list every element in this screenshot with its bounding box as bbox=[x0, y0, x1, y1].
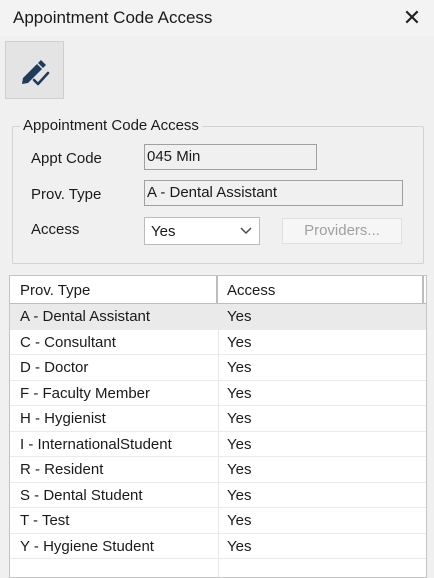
table-row[interactable]: A - Dental Assistant Yes bbox=[10, 304, 426, 330]
cell-access: Yes bbox=[227, 384, 252, 402]
appt-code-label: Appt Code bbox=[31, 150, 102, 167]
cell-access: Yes bbox=[227, 410, 252, 427]
chevron-down-icon bbox=[240, 227, 252, 234]
cell-prov-type: D - Doctor bbox=[20, 359, 89, 376]
title-bar: Appointment Code Access ✕ bbox=[0, 0, 434, 36]
cell-prov-type: Y - Hygiene Student bbox=[20, 537, 154, 555]
cell-prov-type: R - Resident bbox=[20, 461, 104, 478]
cell-access: Yes bbox=[227, 486, 252, 504]
prov-type-field[interactable]: A - Dental Assistant bbox=[144, 180, 403, 206]
table-row[interactable]: S - Dental Student Yes bbox=[10, 483, 426, 508]
close-icon: ✕ bbox=[402, 5, 422, 30]
grid-header: Prov. Type Access bbox=[10, 276, 426, 304]
group-title: Appointment Code Access bbox=[20, 117, 202, 134]
prov-type-label: Prov. Type bbox=[31, 186, 102, 203]
table-row[interactable]: R - Resident Yes bbox=[10, 457, 426, 483]
table-row[interactable]: I - InternationalStudent Yes bbox=[10, 432, 426, 457]
table-row[interactable]: Y - Hygiene Student Yes bbox=[10, 534, 426, 559]
cell-access: Yes bbox=[227, 461, 252, 478]
cell-prov-type: I - InternationalStudent bbox=[20, 435, 172, 453]
table-row[interactable]: F - Faculty Member Yes bbox=[10, 381, 426, 406]
cell-access: Yes bbox=[227, 537, 252, 555]
pen-check-icon bbox=[21, 60, 49, 86]
provider-type-grid: Prov. Type Access A - Dental Assistant Y… bbox=[9, 275, 427, 578]
cell-access: Yes bbox=[227, 308, 252, 325]
access-select-value: Yes bbox=[151, 223, 176, 240]
table-row[interactable]: H - Hygienist Yes bbox=[10, 406, 426, 432]
cell-access: Yes bbox=[227, 435, 252, 453]
cell-access: Yes bbox=[227, 512, 252, 529]
close-button[interactable]: ✕ bbox=[398, 4, 426, 32]
access-label: Access bbox=[31, 221, 80, 238]
table-row-empty bbox=[10, 559, 426, 577]
cell-prov-type: H - Hygienist bbox=[20, 410, 106, 427]
cell-prov-type: T - Test bbox=[20, 512, 70, 529]
cell-access: Yes bbox=[227, 359, 252, 376]
table-row[interactable]: T - Test Yes bbox=[10, 508, 426, 534]
cell-prov-type: F - Faculty Member bbox=[20, 384, 151, 402]
cell-prov-type: S - Dental Student bbox=[20, 486, 143, 504]
table-row[interactable]: D - Doctor Yes bbox=[10, 355, 426, 381]
grid-rows: A - Dental Assistant Yes C - Consultant … bbox=[10, 304, 426, 577]
providers-button[interactable]: Providers... bbox=[282, 218, 402, 244]
column-header-access[interactable]: Access bbox=[218, 276, 424, 303]
table-row[interactable]: C - Consultant Yes bbox=[10, 330, 426, 355]
access-select[interactable]: Yes bbox=[144, 217, 260, 245]
appt-code-field[interactable]: 045 Min bbox=[144, 144, 317, 170]
cell-prov-type: A - Dental Assistant bbox=[20, 308, 151, 325]
cell-prov-type: C - Consultant bbox=[20, 333, 116, 351]
column-header-prov-type[interactable]: Prov. Type bbox=[10, 276, 218, 303]
cell-access: Yes bbox=[227, 333, 252, 351]
edit-button[interactable] bbox=[5, 41, 64, 99]
window-title: Appointment Code Access bbox=[13, 8, 213, 27]
